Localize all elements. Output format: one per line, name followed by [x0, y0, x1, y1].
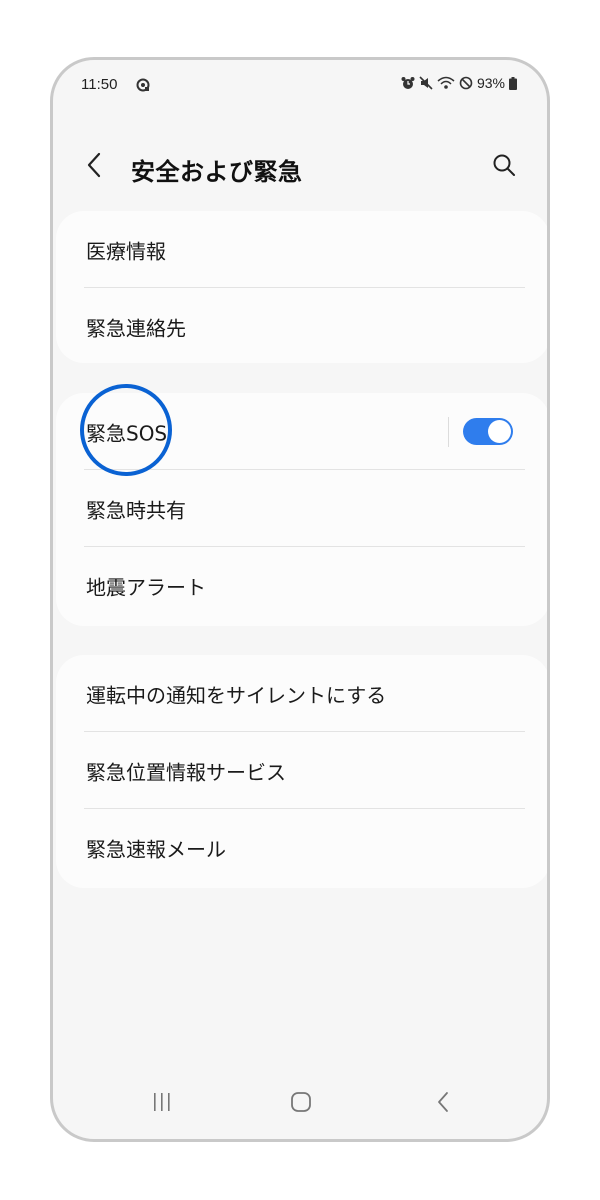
home-button[interactable]: [281, 1089, 321, 1119]
nav-back-button[interactable]: [423, 1089, 463, 1119]
search-button[interactable]: [487, 150, 521, 184]
list-item-label: 医療情報: [86, 239, 166, 263]
list-item-medical-info[interactable]: 医療情報: [56, 211, 547, 288]
app-header: 安全および緊急: [53, 142, 547, 192]
status-bar: 11:50 93%: [53, 60, 547, 112]
search-icon: [492, 153, 516, 181]
page-title: 安全および緊急: [131, 158, 303, 186]
battery-icon: [509, 76, 517, 90]
highlight-circle: [80, 384, 172, 476]
settings-group-1: 医療情報 緊急連絡先: [56, 211, 547, 365]
back-icon: [436, 1091, 450, 1117]
list-item-label: 運転中の通知をサイレントにする: [86, 683, 387, 707]
do-not-disturb-icon: [459, 76, 473, 90]
sync-settings-icon: [136, 77, 150, 92]
list-item-driving-silent[interactable]: 運転中の通知をサイレントにする: [56, 655, 547, 732]
emergency-sos-toggle[interactable]: [463, 418, 513, 445]
chevron-left-icon: [86, 152, 102, 182]
home-icon: [290, 1091, 312, 1117]
toggle-knob: [488, 420, 511, 443]
status-icons: 93%: [401, 75, 517, 91]
settings-group-3: 運転中の通知をサイレントにする 緊急位置情報サービス 緊急速報メール: [56, 655, 547, 888]
recent-apps-button[interactable]: [142, 1089, 182, 1119]
list-item-emergency-sharing[interactable]: 緊急時共有: [56, 470, 547, 547]
list-item-earthquake-alert[interactable]: 地震アラート: [56, 547, 547, 624]
list-item-emergency-location[interactable]: 緊急位置情報サービス: [56, 732, 547, 809]
mute-icon: [419, 76, 433, 90]
battery-percent: 93%: [476, 75, 505, 91]
list-item-label: 緊急速報メール: [86, 837, 226, 861]
list-item-label: 緊急連絡先: [86, 316, 186, 340]
phone-screen: 11:50 93% 安全および緊急 医療情報 緊急連絡先 緊急SOS 緊急時共有…: [50, 57, 550, 1142]
recent-apps-icon: [151, 1092, 173, 1116]
vertical-divider: [448, 417, 449, 447]
wifi-icon: [437, 76, 455, 90]
list-item-label: 緊急位置情報サービス: [86, 760, 286, 784]
navigation-bar: [53, 1069, 547, 1139]
alarm-icon: [401, 76, 415, 90]
list-item-label: 緊急時共有: [86, 498, 186, 522]
list-item-emergency-alert-mail[interactable]: 緊急速報メール: [56, 809, 547, 886]
back-button[interactable]: [79, 150, 109, 184]
status-time: 11:50: [81, 76, 118, 93]
list-item-label: 地震アラート: [86, 575, 206, 599]
list-item-emergency-contacts[interactable]: 緊急連絡先: [56, 288, 547, 365]
